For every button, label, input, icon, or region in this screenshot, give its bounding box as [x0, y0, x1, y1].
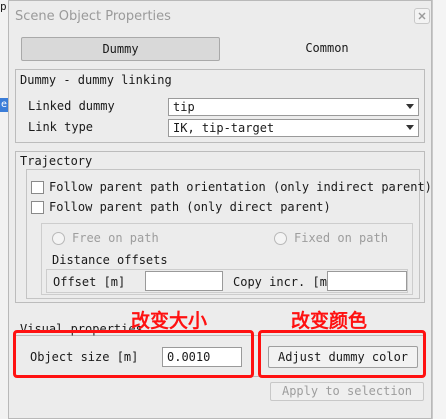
trajectory-group-title: Trajectory [20, 154, 93, 168]
distance-offsets-panel: Offset [m] Copy incr. [m] [46, 269, 408, 293]
copy-incr-label: Copy incr. [m] [233, 275, 335, 289]
color-annotation-text: 改变颜色 [291, 310, 368, 332]
tab-common[interactable]: Common [229, 37, 425, 61]
close-button[interactable] [414, 8, 430, 24]
follow-path-checkbox[interactable] [31, 201, 44, 214]
close-icon [418, 12, 426, 20]
window-title: Scene Object Properties [15, 9, 171, 24]
background-right-panel [432, 0, 446, 419]
link-type-combo[interactable]: IK, tip-target [168, 119, 419, 137]
copy-incr-input[interactable] [327, 271, 407, 291]
size-annotation-box [13, 330, 254, 378]
follow-orientation-checkbox[interactable] [31, 181, 44, 194]
link-type-value: IK, tip-target [173, 121, 275, 135]
linked-dummy-value: tip [173, 100, 195, 114]
apply-to-selection-button[interactable]: Apply to selection [270, 382, 424, 401]
chevron-down-icon [406, 125, 414, 130]
trajectory-inner-panel: Follow parent path orientation (only ind… [26, 169, 432, 299]
linking-group: Dummy - dummy linking Linked dummy tip L… [15, 69, 425, 143]
path-options-panel: Free on path Fixed on path Distance offs… [41, 223, 413, 295]
link-type-label: Link type [28, 120, 94, 134]
tab-dummy[interactable]: Dummy [21, 37, 220, 61]
free-on-path-label: Free on path [72, 231, 159, 245]
offset-input[interactable] [145, 271, 223, 291]
free-on-path-radio[interactable] [52, 232, 65, 245]
background-left-text: p [0, 0, 7, 13]
fixed-on-path-radio[interactable] [274, 232, 287, 245]
trajectory-group: Trajectory Follow parent path orientatio… [15, 151, 432, 303]
color-annotation-box [258, 330, 426, 378]
background-left-selected-item: e [0, 98, 8, 112]
fixed-on-path-label: Fixed on path [294, 231, 388, 245]
size-annotation-text: 改变大小 [131, 310, 208, 332]
follow-path-label: Follow parent path (only direct parent) [49, 200, 331, 214]
linked-dummy-label: Linked dummy [28, 99, 115, 113]
offset-label: Offset [m] [53, 275, 126, 289]
distance-offsets-label: Distance offsets [52, 253, 168, 267]
linking-group-title: Dummy - dummy linking [20, 73, 172, 87]
follow-orientation-label: Follow parent path orientation (only ind… [49, 180, 432, 194]
linked-dummy-combo[interactable]: tip [168, 98, 419, 116]
title-bar: Scene Object Properties [9, 1, 431, 33]
scene-object-properties-dialog: Scene Object Properties Dummy Common Dum… [8, 0, 432, 419]
chevron-down-icon [406, 104, 414, 109]
